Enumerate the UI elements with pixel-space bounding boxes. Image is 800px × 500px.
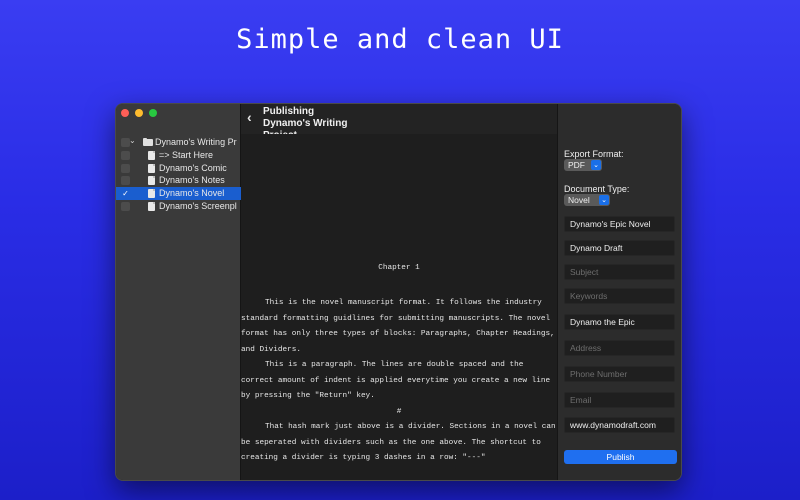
document-icon: [148, 201, 155, 211]
sidebar-item-label: Dynamo's Screenpl: [159, 200, 237, 211]
phone-field-placeholder: Phone Number: [570, 369, 628, 379]
sidebar-item-label: Dynamo's Comic: [159, 162, 227, 173]
sidebar-item-start-here[interactable]: => Start Here: [116, 149, 241, 162]
paragraph: This is the novel manuscript format. It …: [241, 299, 555, 354]
document-icon: [148, 189, 155, 199]
website-field-value: www.dynamodraft.com: [570, 420, 656, 430]
page-title: Publishing Dynamo's Writing Project: [263, 106, 348, 134]
zoom-window-button[interactable]: [149, 109, 157, 117]
subtitle-field-value: Dynamo Draft: [570, 243, 623, 253]
window-controls: [121, 109, 157, 117]
subject-field-placeholder: Subject: [570, 267, 599, 277]
export-panel: Export Format: PDF ⌄ Document Type: Nove…: [557, 104, 681, 480]
sidebar-item-label: Dynamo's Novel: [159, 188, 225, 199]
disclosure-chevron-icon[interactable]: ⌄: [129, 136, 136, 145]
sidebar: ⌄ Dynamo's Writing Pr => Start Here Dyna…: [116, 104, 241, 480]
project-tree: ⌄ Dynamo's Writing Pr => Start Here Dyna…: [116, 136, 241, 213]
document-icon: [148, 176, 155, 186]
item-checkbox[interactable]: [121, 176, 130, 186]
sidebar-item-novel[interactable]: ✓ Dynamo's Novel: [116, 187, 241, 200]
keywords-field[interactable]: Keywords: [564, 288, 675, 304]
item-checkbox[interactable]: [121, 201, 130, 211]
paragraph: That hash mark just above is a divider. …: [241, 423, 556, 462]
sidebar-item-label: => Start Here: [159, 149, 214, 160]
promo-headline: Simple and clean UI: [236, 24, 564, 55]
author-field-value: Dynamo the Epic: [570, 317, 635, 327]
back-chevron-icon[interactable]: ‹: [247, 109, 252, 125]
document-icon: [148, 150, 155, 160]
export-format-value: PDF: [568, 160, 585, 170]
paragraph: This is a paragraph. The lines are doubl…: [241, 361, 551, 400]
item-checkbox[interactable]: [121, 163, 130, 173]
author-field[interactable]: Dynamo the Epic: [564, 314, 675, 330]
sidebar-item-notes[interactable]: Dynamo's Notes: [116, 174, 241, 187]
phone-field[interactable]: Phone Number: [564, 366, 675, 382]
manuscript-preview[interactable]: ‹ Publishing Dynamo's Writing Project Ch…: [241, 104, 557, 480]
popup-arrows-icon: ⌄: [599, 195, 609, 205]
app-window: ⌄ Dynamo's Writing Pr => Start Here Dyna…: [115, 103, 682, 481]
keywords-field-placeholder: Keywords: [570, 291, 608, 301]
project-folder-row[interactable]: ⌄ Dynamo's Writing Pr: [116, 136, 241, 149]
folder-icon: [143, 138, 153, 146]
export-format-select[interactable]: PDF ⌄: [564, 159, 602, 171]
document-type-select[interactable]: Novel ⌄: [564, 194, 610, 206]
title-field-value: Dynamo's Epic Novel: [570, 219, 651, 229]
subject-field[interactable]: Subject: [564, 264, 675, 280]
project-name: Dynamo's Writing Pr: [155, 137, 237, 147]
section-divider: #: [396, 407, 402, 416]
address-field-placeholder: Address: [570, 343, 602, 353]
email-field[interactable]: Email: [564, 392, 675, 408]
address-field[interactable]: Address: [564, 340, 675, 356]
title-field[interactable]: Dynamo's Epic Novel: [564, 216, 675, 232]
document-type-value: Novel: [568, 195, 590, 205]
close-window-button[interactable]: [121, 109, 129, 117]
popup-arrows-icon: ⌄: [591, 160, 601, 170]
publish-button[interactable]: Publish: [564, 450, 677, 464]
preview-header: ‹ Publishing Dynamo's Writing Project: [241, 104, 557, 134]
document-icon: [148, 163, 155, 173]
subtitle-field[interactable]: Dynamo Draft: [564, 240, 675, 256]
document-type-label: Document Type:: [564, 184, 630, 194]
item-checkbox-checked[interactable]: ✓: [121, 189, 130, 198]
item-checkbox[interactable]: [121, 150, 130, 160]
website-field[interactable]: www.dynamodraft.com: [564, 417, 675, 433]
sidebar-item-screenplay[interactable]: Dynamo's Screenpl: [116, 200, 241, 213]
export-format-label: Export Format:: [564, 149, 624, 159]
chapter-heading: Chapter 1: [378, 264, 420, 272]
sidebar-item-label: Dynamo's Notes: [159, 175, 225, 186]
manuscript-text: Chapter 1 This is the novel manuscript f…: [241, 264, 557, 467]
email-field-placeholder: Email: [570, 395, 592, 405]
sidebar-item-comic[interactable]: Dynamo's Comic: [116, 162, 241, 175]
minimize-window-button[interactable]: [135, 109, 143, 117]
